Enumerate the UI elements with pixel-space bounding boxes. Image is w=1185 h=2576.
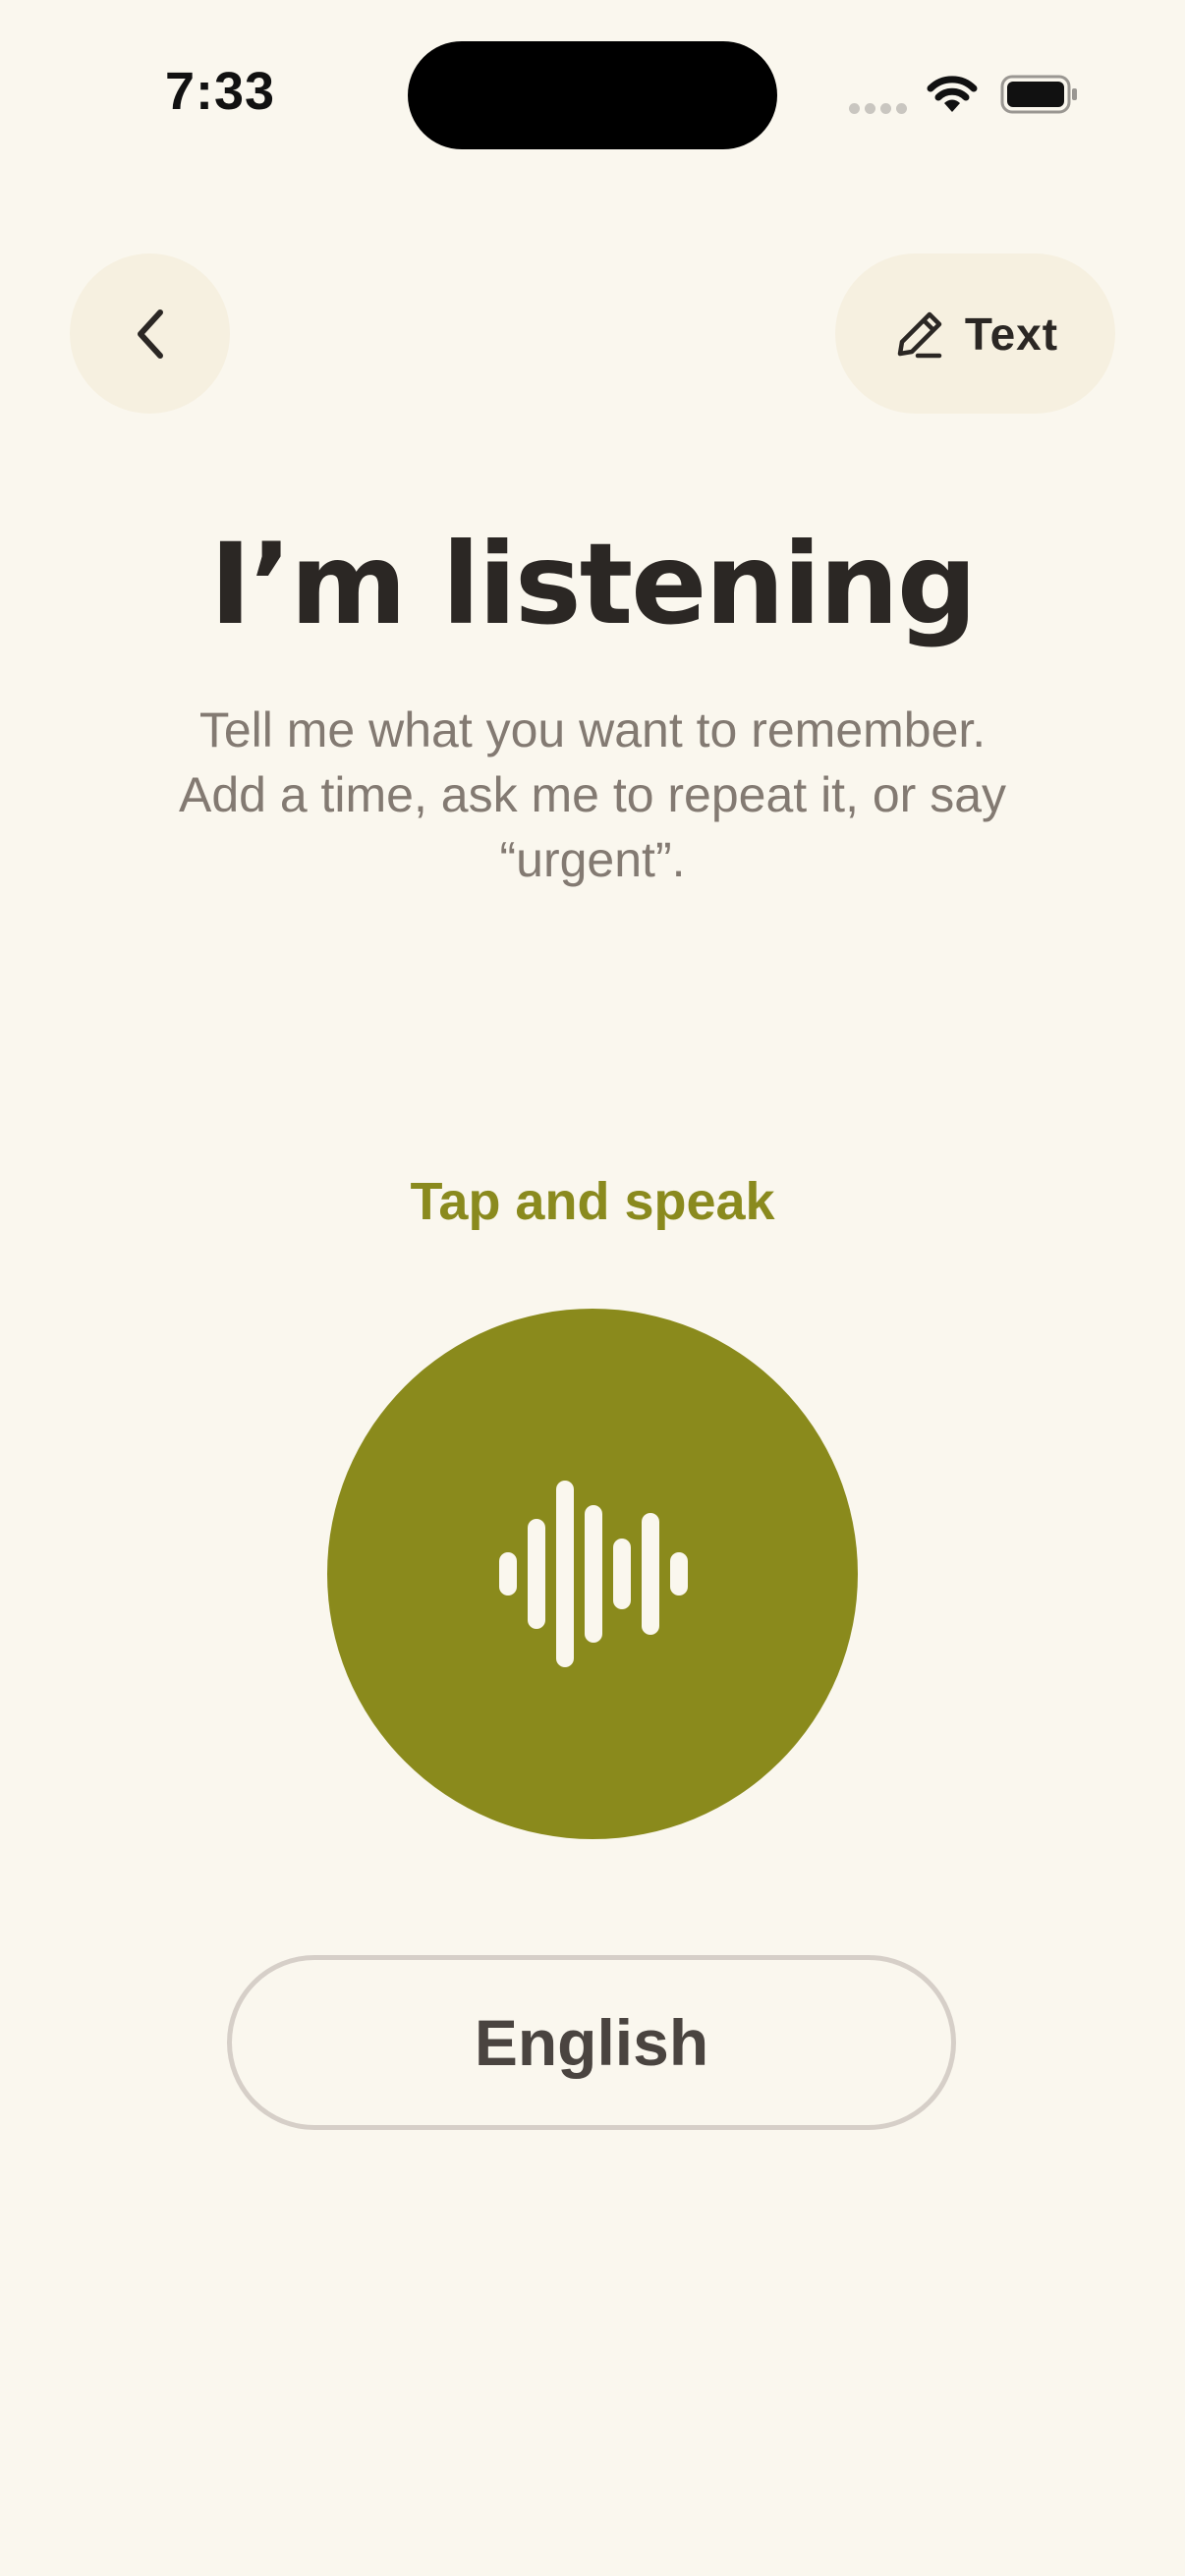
subtitle-line-2: Add a time, ask me to repeat it, or say	[178, 767, 1007, 822]
status-bar: 7:33	[0, 0, 1185, 196]
back-button[interactable]	[70, 253, 230, 414]
status-time: 7:33	[165, 62, 276, 121]
subtitle: Tell me what you want to remember. Add a…	[118, 698, 1067, 892]
audio-waveform-icon	[499, 1481, 688, 1667]
dynamic-island	[408, 41, 777, 149]
page-title: I’m listening	[209, 519, 977, 649]
chevron-left-icon	[137, 308, 163, 359]
subtitle-line-3: “urgent”.	[499, 832, 686, 887]
language-selector-button[interactable]: English	[227, 1955, 956, 2130]
text-mode-label: Text	[964, 308, 1059, 360]
battery-icon	[1000, 75, 1077, 114]
cellular-signal-icon	[849, 103, 908, 115]
record-voice-button[interactable]	[327, 1309, 858, 1839]
wifi-icon	[927, 76, 978, 112]
pencil-icon	[897, 311, 942, 358]
subtitle-line-1: Tell me what you want to remember.	[198, 702, 987, 757]
language-label: English	[474, 2006, 709, 2079]
text-mode-button[interactable]: Text	[835, 253, 1115, 414]
tap-and-speak-label: Tap and speak	[410, 1172, 775, 1231]
